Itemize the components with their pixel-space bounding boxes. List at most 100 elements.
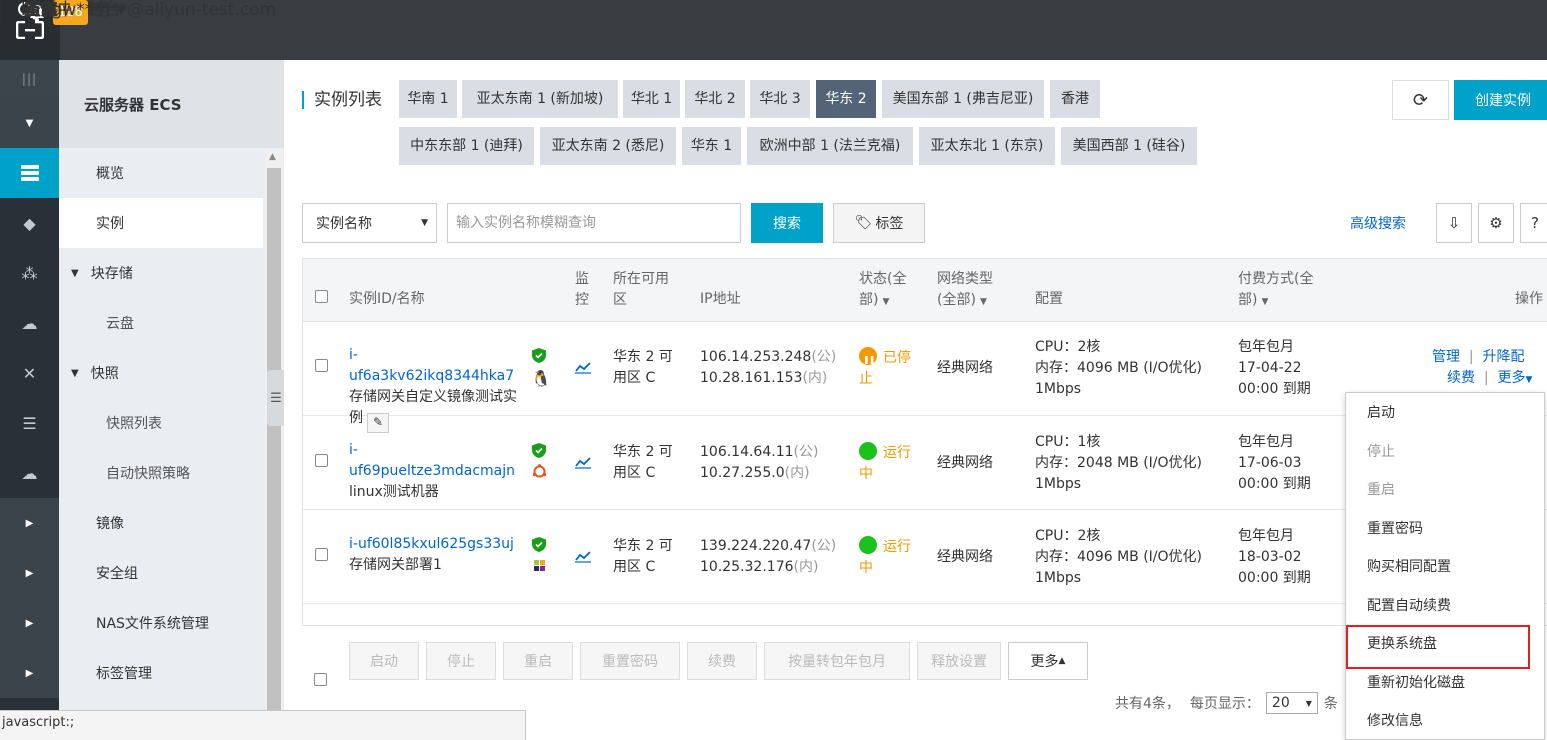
bulk-more-button[interactable]: 更多 ▲ xyxy=(1008,642,1088,680)
cpu-value: 2核 xyxy=(1077,339,1101,355)
expire-date: 17-04-22 xyxy=(1238,360,1302,376)
sidebar-expand-1[interactable]: ▶ xyxy=(0,498,59,548)
row-checkbox[interactable] xyxy=(315,548,328,561)
product-nav-panel: 云服务器 ECS 概览 实例 ▼ 块存储 云盘 ▼ 快照 快照列表 自动快照策略 镜… xyxy=(59,60,284,740)
table-header: 实例ID/名称 监控 所在可用区 IP地址 状态(全部) ▼ 网络类型(全部) ▼ … xyxy=(303,259,1547,322)
bulk-select-checkbox[interactable] xyxy=(314,673,327,686)
advanced-search-link[interactable]: 高级搜索 xyxy=(1350,213,1406,233)
monitor-chart-icon[interactable] xyxy=(575,457,591,469)
upgrade-link[interactable]: 升降配 xyxy=(1483,349,1525,365)
region-tab[interactable]: 华北 3 xyxy=(750,80,810,118)
per-page-select[interactable]: 20 ▼ xyxy=(1265,692,1318,714)
renew-link[interactable]: 续费 xyxy=(1447,370,1475,386)
nav-item-tag-management[interactable]: 标签管理 xyxy=(59,648,263,698)
monitor-chart-icon[interactable] xyxy=(575,362,591,374)
region-tab[interactable]: 亚太东南 1 (新加坡) xyxy=(462,80,618,118)
export-button[interactable]: ⇩ xyxy=(1436,203,1472,243)
menu-item-reset-password[interactable]: 重置密码 xyxy=(1346,509,1544,548)
header-billing-filter[interactable]: 付费方式(全部) ▼ xyxy=(1238,269,1328,313)
bulk-stop-button[interactable]: 停止 xyxy=(426,642,496,680)
region-tab[interactable]: 亚太东北 1 (东京) xyxy=(919,127,1055,165)
instance-id-link[interactable]: i-uf69pueltze3mdacmajn xyxy=(349,440,519,482)
instance-id-link[interactable]: i-uf6a3kv62ikq8344hka7 xyxy=(349,345,519,387)
more-actions-link[interactable]: 更多▼ xyxy=(1498,370,1533,386)
help-button[interactable]: ? xyxy=(1520,203,1547,243)
menu-item-stop[interactable]: 停止 xyxy=(1346,432,1544,471)
region-tab-active[interactable]: 华东 2 xyxy=(816,80,876,118)
nav-group-block-storage[interactable]: ▼ 块存储 xyxy=(59,248,263,298)
region-tab[interactable]: 欧洲中部 1 (法兰克福) xyxy=(747,127,913,165)
nav-item-overview[interactable]: 概览 xyxy=(59,148,263,198)
bulk-reset-password-button[interactable]: 重置密码 xyxy=(580,642,680,680)
bulk-restart-button[interactable]: 重启 xyxy=(503,642,573,680)
bulk-start-button[interactable]: 启动 xyxy=(349,642,419,680)
public-ip: 106.14.64.11(公) xyxy=(700,442,818,463)
instance-search-input[interactable] xyxy=(447,203,741,243)
monitor-chart-icon[interactable] xyxy=(575,551,591,563)
bulk-convert-billing-button[interactable]: 按量转包年包月 xyxy=(764,642,910,680)
region-tab[interactable]: 中东东部 1 (迪拜) xyxy=(399,127,534,165)
sidebar-item-6[interactable]: ☰ xyxy=(0,398,59,448)
menu-item-restart[interactable]: 重启 xyxy=(1346,470,1544,509)
public-ip-value: 139.224.220.47 xyxy=(700,538,812,554)
language-switch[interactable]: 简体中 xyxy=(0,0,70,21)
sidebar-item-5[interactable]: ✕ xyxy=(0,348,59,398)
sidebar-item-7[interactable]: ☁ xyxy=(0,448,59,498)
header-monitor: 监控 xyxy=(575,271,589,308)
settings-button[interactable]: ⚙ xyxy=(1478,203,1514,243)
nav-item-images[interactable]: 镜像 xyxy=(59,498,263,548)
refresh-button[interactable]: ⟳ xyxy=(1392,80,1449,120)
menu-item-modify-info[interactable]: 修改信息 xyxy=(1346,701,1544,740)
nav-item-cloud-disk[interactable]: 云盘 xyxy=(59,298,263,348)
scroll-up-arrow-icon[interactable]: ▲ xyxy=(269,152,276,162)
region-tab[interactable]: 美国西部 1 (硅谷) xyxy=(1061,127,1197,165)
nav-scrollbar-thumb[interactable] xyxy=(267,168,281,728)
centos-os-icon xyxy=(534,560,545,571)
region-tab[interactable]: 香港 xyxy=(1050,80,1100,118)
region-tab[interactable]: 华北 2 xyxy=(685,80,745,118)
sidebar-expand-4[interactable]: ▶ xyxy=(0,648,59,698)
row-checkbox[interactable] xyxy=(315,359,328,372)
region-tab[interactable]: 美国东部 1 (弗吉尼亚) xyxy=(882,80,1044,118)
select-all-checkbox[interactable] xyxy=(315,290,328,303)
nav-collapse-toggle[interactable]: ☰ xyxy=(267,370,285,426)
sidebar-item-3[interactable]: ⁂ xyxy=(0,248,59,298)
menu-item-auto-renew[interactable]: 配置自动续费 xyxy=(1346,586,1544,625)
nav-group-snapshot[interactable]: ▼ 快照 xyxy=(59,348,263,398)
create-instance-button[interactable]: 创建实例 xyxy=(1454,80,1547,120)
region-tab[interactable]: 亚太东南 2 (悉尼) xyxy=(540,127,676,165)
sidebar-ecs[interactable] xyxy=(0,148,59,198)
sidebar-expand-button[interactable]: ▼ xyxy=(0,98,59,148)
sidebar-expand-2[interactable]: ▶ xyxy=(0,548,59,598)
menu-item-start[interactable]: 启动 xyxy=(1346,393,1544,432)
nav-item-nas[interactable]: NAS文件系统管理 xyxy=(59,598,263,648)
header-network-filter[interactable]: 网络类型(全部) ▼ xyxy=(937,269,1007,313)
search-button[interactable]: 搜索 xyxy=(751,203,823,243)
manage-link[interactable]: 管理 xyxy=(1432,349,1460,365)
row-checkbox[interactable] xyxy=(315,454,328,467)
menu-item-replace-system-disk[interactable]: 更换系统盘 xyxy=(1346,624,1544,669)
bulk-renew-button[interactable]: 续费 xyxy=(687,642,757,680)
sidebar-collapse-button[interactable]: ||| xyxy=(0,60,59,98)
nav-item-instances[interactable]: 实例 xyxy=(59,198,263,248)
instance-id-link[interactable]: i-uf60l85kxul625gs33uj xyxy=(349,534,519,555)
header-status-filter[interactable]: 状态(全部) ▼ xyxy=(859,269,919,313)
header-actions: 操作 xyxy=(1515,291,1543,307)
nav-item-security-group[interactable]: 安全组 xyxy=(59,548,263,598)
region-tab[interactable]: 华北 1 xyxy=(623,80,680,118)
nav-scrollbar[interactable]: ▲ xyxy=(265,150,283,740)
region-tab[interactable]: 华南 1 xyxy=(399,80,457,118)
region-tab[interactable]: 华东 1 xyxy=(682,127,741,165)
refresh-icon: ⟳ xyxy=(1412,89,1429,111)
menu-item-buy-same-config[interactable]: 购买相同配置 xyxy=(1346,547,1544,586)
sidebar-expand-3[interactable]: ▶ xyxy=(0,598,59,648)
sidebar-item-4[interactable]: ☁ xyxy=(0,298,59,348)
expire-date: 17-06-03 xyxy=(1238,455,1302,471)
nav-item-auto-snapshot-policy[interactable]: 自动快照策略 xyxy=(59,448,263,498)
sidebar-item-2[interactable]: ◆ xyxy=(0,198,59,248)
filter-field-select[interactable]: 实例名称 ▼ xyxy=(302,203,437,243)
nav-item-snapshot-list[interactable]: 快照列表 xyxy=(59,398,263,448)
tag-button[interactable]: 🏷 标签 xyxy=(833,203,925,243)
expire-date: 18-03-02 xyxy=(1238,549,1302,565)
bulk-release-settings-button[interactable]: 释放设置 xyxy=(917,642,1001,680)
